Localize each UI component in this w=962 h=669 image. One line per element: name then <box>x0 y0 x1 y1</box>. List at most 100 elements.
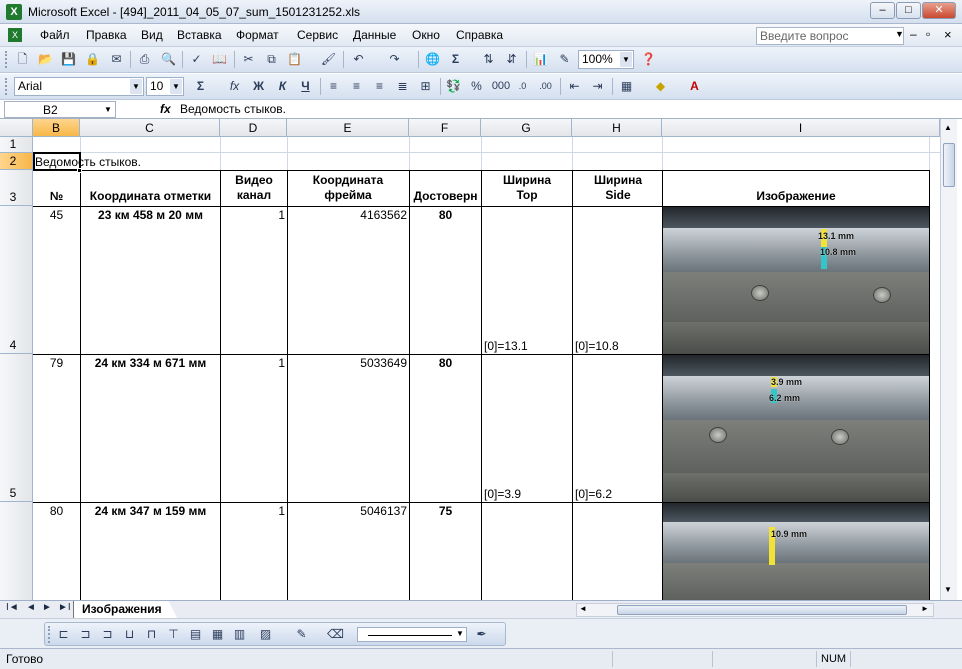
line-color-icon[interactable]: ✒ <box>473 626 490 643</box>
doc-restore-button[interactable]: ▫ <box>926 27 930 41</box>
row-header-3[interactable]: 3 <box>0 170 33 206</box>
spelling-icon[interactable]: ✓ <box>188 51 205 68</box>
paste-icon[interactable]: 📋 <box>286 51 303 68</box>
align-left-icon[interactable]: ≡ <box>325 78 342 95</box>
column-header-c[interactable]: C <box>80 119 220 137</box>
bold-button[interactable]: Ж <box>250 78 267 95</box>
maximize-button[interactable]: □ <box>896 2 921 19</box>
toolbar-grip[interactable] <box>48 626 51 643</box>
font-select[interactable]: Arial ▼ <box>14 77 144 96</box>
help-question-input[interactable]: Введите вопрос <box>756 27 904 45</box>
header-width-side[interactable]: Ширина Side <box>583 173 653 203</box>
border-center-icon[interactable]: ⊐ <box>77 626 94 643</box>
menu-edit[interactable]: Правка <box>86 28 127 42</box>
close-button[interactable]: ✕ <box>922 2 956 19</box>
doc-close-button[interactable]: × <box>944 27 952 42</box>
prev-sheet-button[interactable]: ◄ <box>26 602 36 613</box>
email-icon[interactable]: ✉ <box>108 51 125 68</box>
column-header-i[interactable]: I <box>662 119 940 137</box>
cell-width-top[interactable]: [0]=3.9 <box>484 487 521 501</box>
drawing-icon[interactable]: ✎ <box>556 51 573 68</box>
scroll-up-icon[interactable]: ▲ <box>944 123 952 132</box>
function-icon[interactable]: fx <box>226 78 243 95</box>
horizontal-scroll-thumb[interactable] <box>617 605 907 615</box>
increase-indent-icon[interactable]: ⇥ <box>589 78 606 95</box>
hyperlink-icon[interactable]: 🌐 <box>424 51 441 68</box>
border-grid-icon[interactable]: ▤ <box>187 626 204 643</box>
cell-coordinate[interactable]: 24 км 334 м 671 мм <box>81 356 220 370</box>
menu-view[interactable]: Вид <box>141 28 163 42</box>
toolbar-grip[interactable] <box>5 51 8 68</box>
first-sheet-button[interactable]: I◄ <box>6 602 19 613</box>
menu-format[interactable]: Формат <box>236 28 279 42</box>
border-all-icon[interactable]: ▦ <box>209 626 226 643</box>
underline-button[interactable]: Ч <box>297 78 314 95</box>
percent-button[interactable]: % <box>468 78 485 95</box>
cut-icon[interactable]: ✂ <box>240 51 257 68</box>
line-style-select[interactable]: ▼ <box>357 627 467 642</box>
cell-number[interactable]: 79 <box>33 356 80 370</box>
name-box[interactable]: B2 <box>4 101 116 118</box>
cell-coordinate[interactable]: 23 км 458 м 20 мм <box>81 208 220 222</box>
doc-minimize-button[interactable]: – <box>910 27 917 41</box>
column-header-d[interactable]: D <box>220 119 287 137</box>
print-icon[interactable]: ⎙ <box>136 51 153 68</box>
rail-joint-photo[interactable]: 10.9 mm <box>663 503 929 600</box>
decrease-indent-icon[interactable]: ⇤ <box>566 78 583 95</box>
cell-video-channel[interactable]: 1 <box>221 208 285 222</box>
column-header-g[interactable]: G <box>481 119 572 137</box>
chevron-down-icon[interactable]: ▼ <box>456 629 464 638</box>
select-all-corner[interactable] <box>0 119 33 137</box>
new-document-icon[interactable]: 🗋 <box>14 51 31 68</box>
header-frame-coordinate[interactable]: Координата фрейма <box>295 173 401 203</box>
header-number[interactable]: № <box>33 189 80 204</box>
align-right-icon[interactable]: ≡ <box>371 78 388 95</box>
border-top-icon[interactable]: ⊓ <box>143 626 160 643</box>
border-right-icon[interactable]: ⊐ <box>99 626 116 643</box>
column-header-e[interactable]: E <box>287 119 409 137</box>
currency-icon[interactable]: 💱 <box>445 78 462 95</box>
save-icon[interactable]: 💾 <box>60 51 77 68</box>
menu-window[interactable]: Окно <box>412 28 440 42</box>
chart-wizard-icon[interactable]: 📊 <box>532 51 549 68</box>
menu-help[interactable]: Справка <box>456 28 503 42</box>
cell-width-top[interactable]: [0]=13.1 <box>484 339 528 353</box>
vertical-scroll-thumb[interactable] <box>943 143 955 187</box>
last-sheet-button[interactable]: ►I <box>58 602 71 613</box>
redo-icon[interactable]: ↷ <box>386 51 403 68</box>
row-header-5[interactable]: 5 <box>0 354 33 502</box>
scroll-left-icon[interactable]: ◄ <box>579 604 587 613</box>
toolbar-grip[interactable] <box>5 78 8 95</box>
cell-coordinate[interactable]: 24 км 347 м 159 мм <box>81 504 220 518</box>
permission-icon[interactable]: 🔒 <box>84 51 101 68</box>
horizontal-scrollbar[interactable]: ◄ ► <box>576 603 934 617</box>
autosum-icon[interactable]: Σ <box>192 78 209 95</box>
cell-number[interactable]: 45 <box>33 208 80 222</box>
borders-icon[interactable]: ▦ <box>618 78 635 95</box>
rail-joint-photo[interactable]: 3.9 mm 6.2 mm <box>663 355 929 502</box>
thousands-button[interactable]: 000 <box>490 78 512 95</box>
italic-button[interactable]: К <box>274 78 291 95</box>
autosum-icon[interactable]: Σ <box>447 51 464 68</box>
border-thick-icon[interactable]: ▥ <box>231 626 248 643</box>
menu-data[interactable]: Данные <box>353 28 396 42</box>
column-header-h[interactable]: H <box>572 119 662 137</box>
header-confidence[interactable]: Достоверн <box>410 189 481 204</box>
name-box-dropdown-icon[interactable]: ▼ <box>104 105 112 114</box>
next-sheet-button[interactable]: ► <box>42 602 52 613</box>
scroll-down-icon[interactable]: ▼ <box>944 585 952 594</box>
column-header-b[interactable]: B <box>33 119 80 137</box>
scroll-right-icon[interactable]: ► <box>921 604 929 613</box>
chevron-down-icon[interactable]: ▼ <box>130 79 142 94</box>
sort-ascending-icon[interactable]: ⇅ <box>480 51 497 68</box>
cell-confidence[interactable]: 80 <box>410 356 481 370</box>
border-left-icon[interactable]: ⊏ <box>55 626 72 643</box>
menu-file[interactable]: Файл <box>40 28 70 42</box>
row-header-2[interactable]: 2 <box>0 153 33 170</box>
cell-video-channel[interactable]: 1 <box>221 356 285 370</box>
column-header-f[interactable]: F <box>409 119 481 137</box>
header-width-top[interactable]: Ширина Top <box>492 173 562 203</box>
increase-decimal-icon[interactable]: .0 <box>514 78 531 95</box>
help-dropdown-icon[interactable]: ▼ <box>895 29 904 39</box>
chevron-down-icon[interactable]: ▼ <box>170 79 182 94</box>
